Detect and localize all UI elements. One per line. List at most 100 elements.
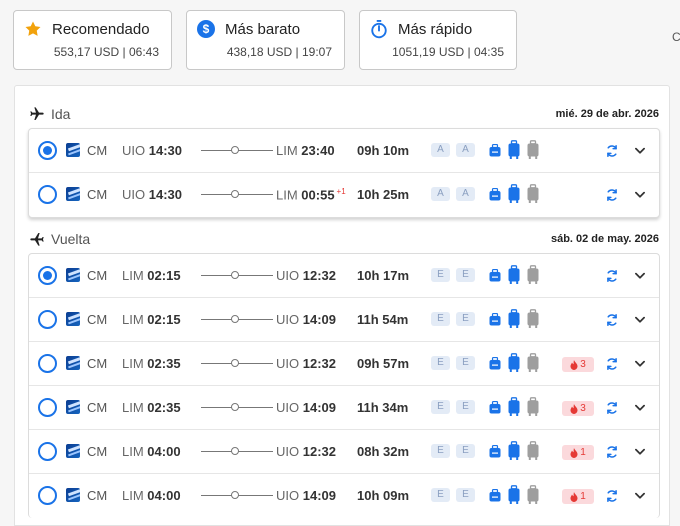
airline-code: CM: [87, 312, 108, 327]
flight-duration: 09h 57m: [357, 356, 410, 371]
arrival-airport: UIO: [276, 356, 300, 371]
departure: LIM 04:00: [122, 444, 181, 459]
refresh-icon[interactable]: [605, 489, 619, 503]
flight-row[interactable]: CM LIM 02:35 UIO 12:32 09h 57m E E 3: [29, 342, 659, 386]
checked-bag-icon: [527, 397, 539, 416]
departure-time: 02:15: [147, 312, 181, 327]
flight-row[interactable]: CM LIM 02:15 UIO 14:09 11h 54m E E: [29, 298, 659, 342]
refresh-icon[interactable]: [605, 269, 619, 283]
departure-time: 04:00: [147, 444, 181, 459]
seats-left-count: 3: [580, 403, 586, 414]
refresh-icon[interactable]: [605, 401, 619, 415]
fare-class-badge: E: [456, 488, 475, 502]
personal-item-icon: [489, 401, 501, 414]
flight-row[interactable]: CM UIO 14:30 LIM 23:40 09h 10m A A: [29, 129, 659, 173]
arrival: UIO 14:09: [276, 488, 336, 503]
departure: UIO 14:30: [122, 187, 182, 202]
stop-marker: [231, 403, 239, 411]
airline-code: CM: [87, 444, 108, 459]
airline-code: CM: [87, 268, 108, 283]
checked-bag-icon: [527, 184, 539, 203]
carry-on-bag-icon: [508, 397, 520, 416]
sort-recommended-card[interactable]: Recomendado 553,17 USD | 06:43: [13, 10, 172, 70]
select-radio[interactable]: [38, 266, 57, 285]
carry-on-bag-icon: [508, 485, 520, 504]
departure-time: 02:35: [147, 356, 181, 371]
fare-class-badge: E: [431, 400, 450, 414]
seats-left-count: 1: [580, 447, 586, 458]
refresh-icon[interactable]: [605, 144, 619, 158]
seats-left-badge: 1: [562, 489, 594, 504]
fare-class-badge: E: [456, 444, 475, 458]
fare-class-badge: A: [456, 143, 475, 157]
personal-item-icon: [489, 357, 501, 370]
checked-bag-icon: [527, 485, 539, 504]
departure: LIM 04:00: [122, 488, 181, 503]
departure: UIO 14:30: [122, 143, 182, 158]
fare-class-badge: E: [431, 268, 450, 282]
arrival-time: 23:40: [301, 143, 335, 158]
refresh-icon[interactable]: [605, 357, 619, 371]
sort-title: Más barato: [225, 20, 301, 38]
departure: LIM 02:15: [122, 268, 181, 283]
flight-row[interactable]: CM UIO 14:30 LIM 00:55 +1 10h 25m A A: [29, 173, 659, 217]
flight-duration: 10h 09m: [357, 488, 410, 503]
select-radio[interactable]: [38, 398, 57, 417]
select-radio[interactable]: [38, 442, 57, 461]
flight-row[interactable]: CM LIM 02:15 UIO 12:32 10h 17m E E: [29, 254, 659, 298]
select-radio[interactable]: [38, 185, 57, 204]
fare-class-badge: A: [431, 187, 450, 201]
stop-marker: [231, 359, 239, 367]
chevron-down-icon[interactable]: [633, 357, 647, 371]
stop-marker: [231, 190, 239, 198]
select-radio[interactable]: [38, 141, 57, 160]
flight-duration: 11h 54m: [357, 312, 409, 327]
checked-bag-icon: [527, 441, 539, 460]
chevron-down-icon[interactable]: [633, 401, 647, 415]
sort-cheapest-card[interactable]: $ Más barato 438,18 USD | 19:07: [186, 10, 345, 70]
sort-fastest-card[interactable]: Más rápido 1051,19 USD | 04:35: [359, 10, 517, 70]
checked-bag-icon: [527, 309, 539, 328]
departure-airport: LIM: [122, 488, 144, 503]
next-day-indicator: +1: [336, 187, 346, 196]
flight-row[interactable]: CM LIM 02:35 UIO 14:09 11h 34m E E 3: [29, 386, 659, 430]
departure-time: 04:00: [147, 488, 181, 503]
star-icon: [25, 21, 41, 36]
chevron-down-icon[interactable]: [633, 144, 647, 158]
flight-row[interactable]: CM LIM 04:00 UIO 14:09 10h 09m E E 1: [29, 474, 659, 518]
departure-airport: LIM: [122, 312, 144, 327]
select-radio[interactable]: [38, 486, 57, 505]
airline-code: CM: [87, 356, 108, 371]
refresh-icon[interactable]: [605, 445, 619, 459]
chevron-down-icon[interactable]: [633, 313, 647, 327]
sort-title: Más rápido: [398, 20, 473, 38]
stop-marker: [231, 271, 239, 279]
seats-left-count: 3: [580, 359, 586, 370]
personal-item-icon: [489, 144, 501, 157]
refresh-icon[interactable]: [605, 313, 619, 327]
return-date: sáb. 02 de may. 2026: [550, 233, 659, 245]
flight-row[interactable]: CM LIM 04:00 UIO 12:32 08h 32m E E 1: [29, 430, 659, 474]
arrival-airport: UIO: [276, 312, 300, 327]
flight-duration: 10h 17m: [357, 268, 410, 283]
carry-on-bag-icon: [508, 184, 520, 203]
departure-airport: LIM: [122, 400, 144, 415]
chevron-down-icon[interactable]: [633, 188, 647, 202]
airline-code: CM: [87, 187, 108, 202]
arrival: LIM 23:40: [276, 143, 335, 158]
arrival-time: 12:32: [302, 444, 336, 459]
select-radio[interactable]: [38, 310, 57, 329]
sort-meta: 553,17 USD | 06:43: [53, 45, 159, 59]
chevron-down-icon[interactable]: [633, 269, 647, 283]
return-label: Vuelta: [51, 231, 91, 247]
airline-code: CM: [87, 400, 108, 415]
refresh-icon[interactable]: [605, 188, 619, 202]
chevron-down-icon[interactable]: [633, 489, 647, 503]
select-radio[interactable]: [38, 354, 57, 373]
fire-icon: [570, 359, 578, 370]
airline-logo: [66, 444, 80, 458]
outbound-label: Ida: [51, 106, 71, 122]
arrival-airport: UIO: [276, 444, 300, 459]
chevron-down-icon[interactable]: [633, 445, 647, 459]
fare-class-badge: E: [431, 488, 450, 502]
